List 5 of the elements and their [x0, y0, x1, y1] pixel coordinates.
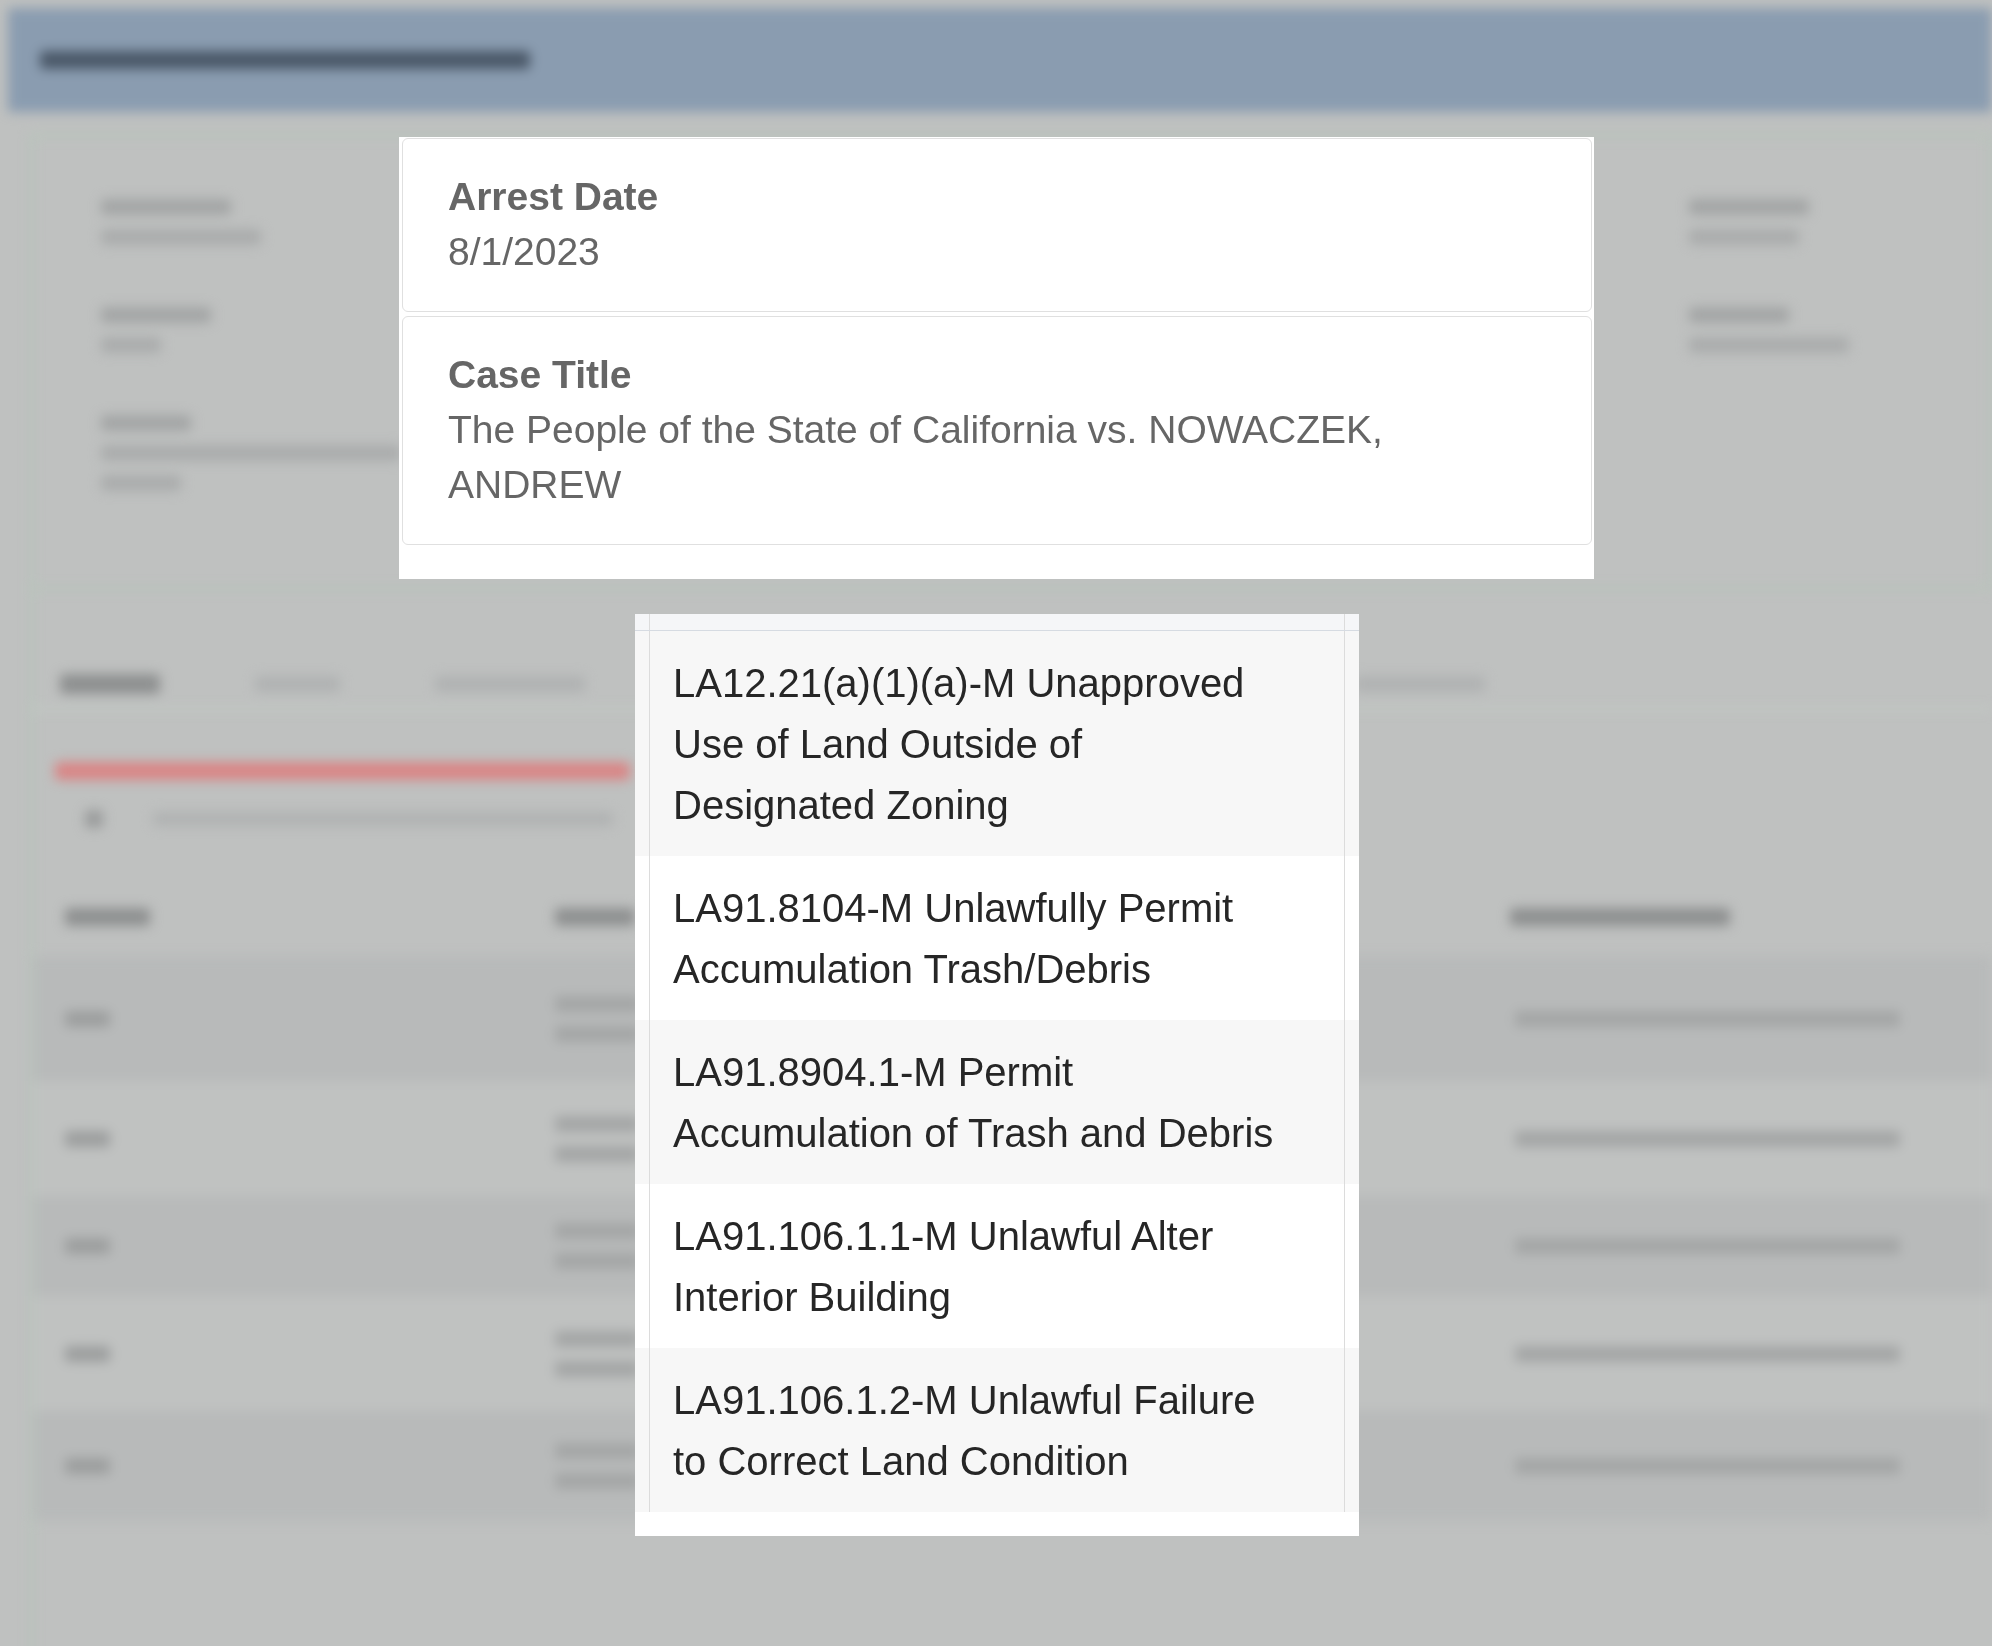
field-value: The People of the State of California vs. NOWACZEK, ANDREW: [448, 407, 1384, 508]
charge-cell: LA91.106.1.2-M Unlawful Failure to Correct Land Condition: [649, 1348, 1345, 1512]
field-value: 8/1/2023: [448, 229, 600, 275]
field-label: Arrest Date: [448, 174, 659, 220]
field-label: Case Title: [448, 352, 632, 398]
